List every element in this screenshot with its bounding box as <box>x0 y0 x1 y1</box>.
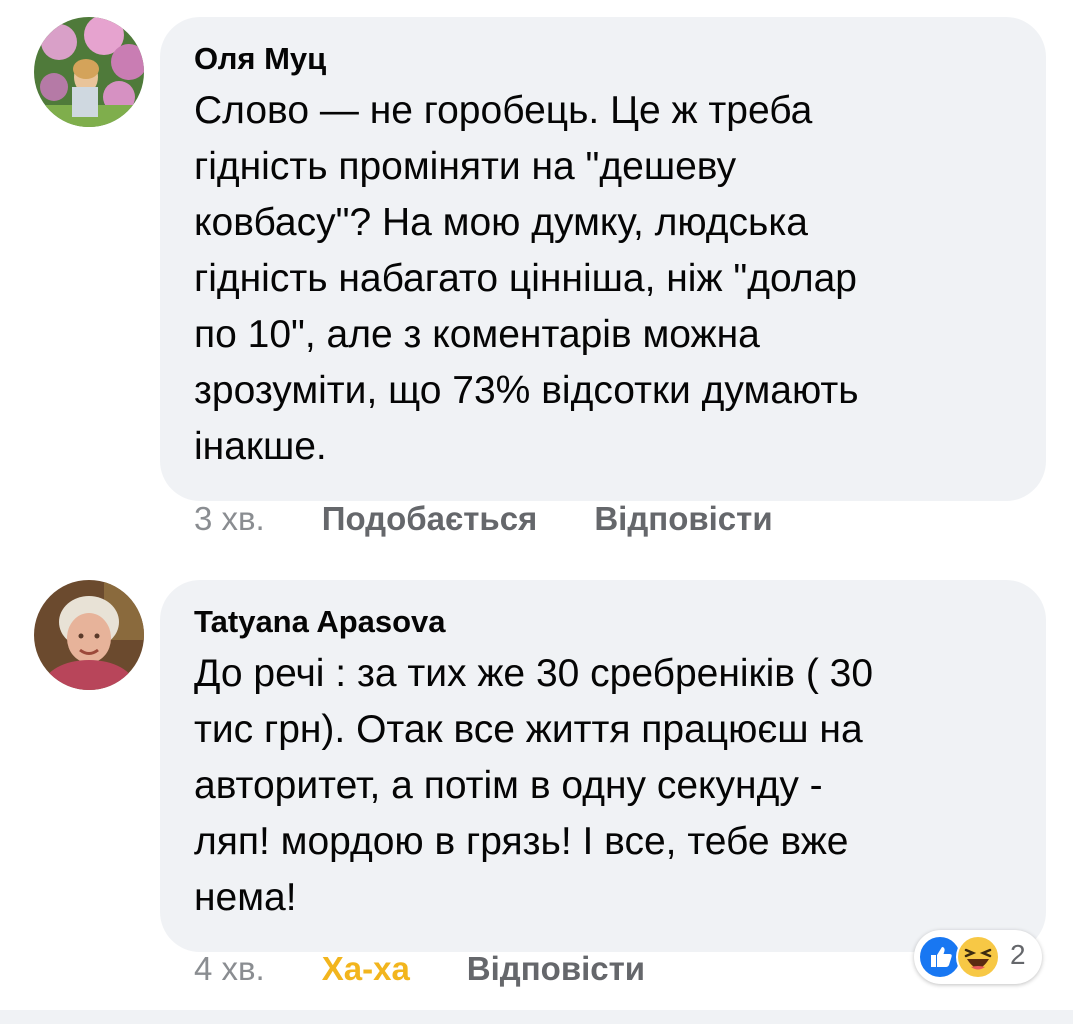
reaction-summary[interactable]: 2 <box>914 930 1042 984</box>
comment-bubble: Оля Муц Слово — не горобець. Це ж треба … <box>160 17 1046 501</box>
comment-time[interactable]: 4 хв. <box>194 950 265 988</box>
comment-author[interactable]: Tatyana Apasova <box>194 602 1006 642</box>
comment-author[interactable]: Оля Муц <box>194 39 1006 79</box>
comment-text: Слово — не горобець. Це ж треба гідність… <box>194 89 859 468</box>
reply-button[interactable]: Відповісти <box>594 500 772 538</box>
avatar-photo-flowers <box>34 17 144 127</box>
bottom-divider <box>0 1010 1073 1024</box>
haha-reaction-button[interactable]: Ха-ха <box>322 950 410 988</box>
comment-actions: 3 хв. Подобається Відповісти <box>194 500 830 538</box>
avatar[interactable] <box>34 580 144 690</box>
comment-bubble: Tatyana Apasova До речі : за тих же 30 с… <box>160 580 1046 952</box>
reply-button[interactable]: Відповісти <box>467 950 645 988</box>
avatar-photo-woman <box>34 580 144 690</box>
like-button[interactable]: Подобається <box>322 500 538 538</box>
comment-time[interactable]: 3 хв. <box>194 500 265 538</box>
reaction-count: 2 <box>1010 939 1026 970</box>
haha-icon <box>956 935 1000 979</box>
comment-actions: 4 хв. Ха-ха Відповісти <box>194 950 702 988</box>
comment-text: До речі : за тих же 30 сребреніків ( 30 … <box>194 652 874 919</box>
avatar[interactable] <box>34 17 144 127</box>
